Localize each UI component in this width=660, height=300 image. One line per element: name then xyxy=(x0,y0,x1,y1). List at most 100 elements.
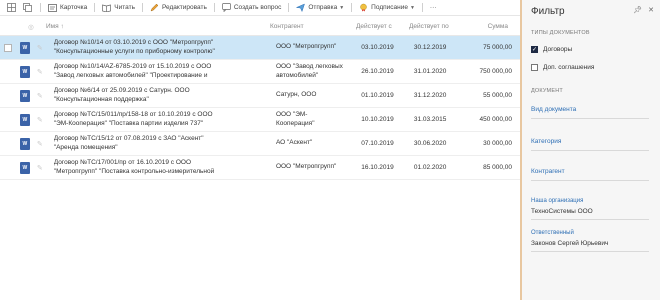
documents-table: ◎ Имя ↑ Контрагент Действует с Действует… xyxy=(0,18,520,180)
cell-amount: 75 000,00 xyxy=(483,44,513,51)
edit-icon[interactable]: ✎ xyxy=(34,140,46,148)
column-header-name[interactable]: Имя ↑ xyxy=(38,23,268,30)
filter-agreements-checkbox[interactable]: Доп. соглашения xyxy=(531,64,594,71)
cell-name: Договор №10/14/АZ-6785-2019 от 15.10.201… xyxy=(53,63,212,79)
filter-counterparty[interactable]: Контрагент xyxy=(531,168,565,175)
cell-amount: 55 000,00 xyxy=(483,92,513,99)
doc-types-label: ТИПЫ ДОКУМЕНТОВ xyxy=(531,30,590,36)
toolbar-divider xyxy=(40,3,41,12)
cell-valid-to: 01.02.2020 xyxy=(413,164,447,171)
card-button-label: Карточка xyxy=(60,4,88,11)
send-button[interactable]: Отправка ▼ xyxy=(291,1,349,15)
toolbar-divider xyxy=(351,3,353,12)
filter-contracts-checkbox[interactable]: ✓ Договоры xyxy=(531,46,572,53)
field-underline xyxy=(531,150,649,151)
word-document-icon: W xyxy=(19,113,30,126)
sign-icon xyxy=(359,3,368,12)
field-underline xyxy=(531,219,649,220)
cell-valid-from: 10.10.2019 xyxy=(361,116,394,123)
cell-name: Договор №10/14 от 03.10.2019 с ООО "Метр… xyxy=(53,39,215,55)
toolbar-divider xyxy=(141,3,143,12)
read-button[interactable]: Читать xyxy=(97,1,140,15)
cell-amount: 750 000,00 xyxy=(479,68,513,75)
pin-icon[interactable]: 📌︎ xyxy=(633,6,642,14)
word-document-icon: W xyxy=(19,41,30,54)
ask-question-button-label: Создать вопрос xyxy=(233,4,282,11)
card-button[interactable]: Карточка xyxy=(43,1,92,15)
column-header-amount[interactable]: Сумма xyxy=(461,23,516,30)
cell-valid-to: 31.03.2015 xyxy=(413,116,447,123)
document-section-label: ДОКУМЕНТ xyxy=(531,88,563,94)
pencil-icon xyxy=(150,3,159,12)
cell-valid-from: 03.10.2019 xyxy=(361,44,394,51)
cell-counterparty: АО "Аскент" xyxy=(275,139,313,147)
filter-our-org-value[interactable]: ТехноСистемы ООО xyxy=(531,208,593,215)
filter-our-org-label[interactable]: Наша организация xyxy=(531,198,583,204)
chevron-down-icon: ▼ xyxy=(339,4,345,11)
chevron-down-icon: ▼ xyxy=(409,4,415,11)
cell-counterparty: ООО "Метропгрупп" xyxy=(275,163,337,171)
read-button-label: Читать xyxy=(114,4,135,11)
cell-valid-from: 16.10.2019 xyxy=(361,164,394,171)
table-row[interactable]: W ✎ Договор №ТС/17/001/пр от 16.10.2019 … xyxy=(0,156,520,180)
column-header-valid-to[interactable]: Действует по xyxy=(401,23,461,30)
toolbar-divider xyxy=(288,3,290,12)
cell-name: Договор №6/14 от 25.09.2019 с Сатурн. ОО… xyxy=(53,87,190,103)
table-row[interactable]: W ✎ Договор №10/14/АZ-6785-2019 от 15.10… xyxy=(0,60,520,84)
sign-button[interactable]: Подписание ▼ xyxy=(354,1,420,15)
filter-doc-kind[interactable]: Вид документа xyxy=(531,106,576,113)
edit-icon[interactable]: ✎ xyxy=(34,68,46,76)
filter-category[interactable]: Категория xyxy=(531,138,561,145)
edit-icon[interactable]: ✎ xyxy=(34,116,46,124)
row-checkbox[interactable] xyxy=(4,43,12,52)
table-row[interactable]: W ✎ Договор №ТС/15/011/пр/158-18 от 10.1… xyxy=(0,108,520,132)
edit-button-label: Редактировать xyxy=(161,4,207,11)
attachment-column-icon: ◎ xyxy=(28,23,34,31)
column-header-counterparty[interactable]: Контрагент xyxy=(268,23,356,30)
word-document-icon: W xyxy=(19,137,30,150)
close-icon[interactable]: ✕ xyxy=(648,6,654,14)
filter-panel-title: Фильтр xyxy=(531,6,565,17)
cell-valid-from: 07.10.2019 xyxy=(361,140,394,147)
send-icon xyxy=(296,3,306,12)
cell-valid-to: 30.12.2019 xyxy=(413,44,447,51)
edit-icon[interactable]: ✎ xyxy=(34,44,46,52)
filter-responsible-value[interactable]: Законов Сергей Юрьевич xyxy=(531,240,608,247)
edit-icon[interactable]: ✎ xyxy=(34,92,46,100)
ask-question-button[interactable]: Создать вопрос xyxy=(217,1,287,15)
word-document-icon: W xyxy=(19,161,30,174)
grid-icon[interactable] xyxy=(6,3,16,13)
edit-icon[interactable]: ✎ xyxy=(34,164,46,172)
cell-name: Договор №ТС/15/011/пр/158-18 от 10.10.20… xyxy=(53,111,213,127)
cell-valid-from: 01.10.2019 xyxy=(361,92,394,99)
edit-button[interactable]: Редактировать xyxy=(145,1,212,15)
filter-panel-actions: 📌︎ ✕ xyxy=(633,6,654,14)
toolbar-divider xyxy=(421,3,423,12)
cell-valid-to: 31.01.2020 xyxy=(413,68,447,75)
column-header-valid-from[interactable]: Действует с xyxy=(356,23,401,30)
cell-name: Договор №ТС/17/001/пр от 16.10.2019 с ОО… xyxy=(53,159,215,175)
copy-icon[interactable] xyxy=(22,3,32,13)
sort-asc-icon: ↑ xyxy=(60,23,64,30)
cell-counterparty: ООО "Завод легковых автомобилей" xyxy=(275,63,343,79)
table-row[interactable]: W ✎ Договор №ТС/15/12 от 07.08.2019 с ЗА… xyxy=(0,132,520,156)
cell-amount: 30 000,00 xyxy=(483,140,513,147)
cell-counterparty: ООО "ЭМ- Кооперация" xyxy=(275,111,315,127)
cell-counterparty: ООО "Метропгрупп" xyxy=(275,43,337,51)
filter-responsible-label[interactable]: Ответственный xyxy=(531,230,574,236)
table-row[interactable]: W ✎ Договор №10/14 от 03.10.2019 с ООО "… xyxy=(0,36,520,60)
toolbar-divider xyxy=(94,3,96,12)
more-button[interactable]: ··· xyxy=(425,1,442,15)
field-underline xyxy=(531,251,649,252)
cell-counterparty: Сатурн, ООО xyxy=(275,91,317,99)
table-row[interactable]: W ✎ Договор №6/14 от 25.09.2019 с Сатурн… xyxy=(0,84,520,108)
cell-amount: 450 000,00 xyxy=(479,116,513,123)
field-underline xyxy=(531,118,649,119)
question-bubble-icon xyxy=(222,3,231,12)
panel-splitter[interactable] xyxy=(520,0,522,300)
cell-valid-from: 26.10.2019 xyxy=(361,68,394,75)
sign-button-label: Подписание xyxy=(371,4,408,11)
toolbar-divider xyxy=(213,3,215,12)
field-underline xyxy=(531,180,649,181)
word-document-icon: W xyxy=(19,89,30,102)
